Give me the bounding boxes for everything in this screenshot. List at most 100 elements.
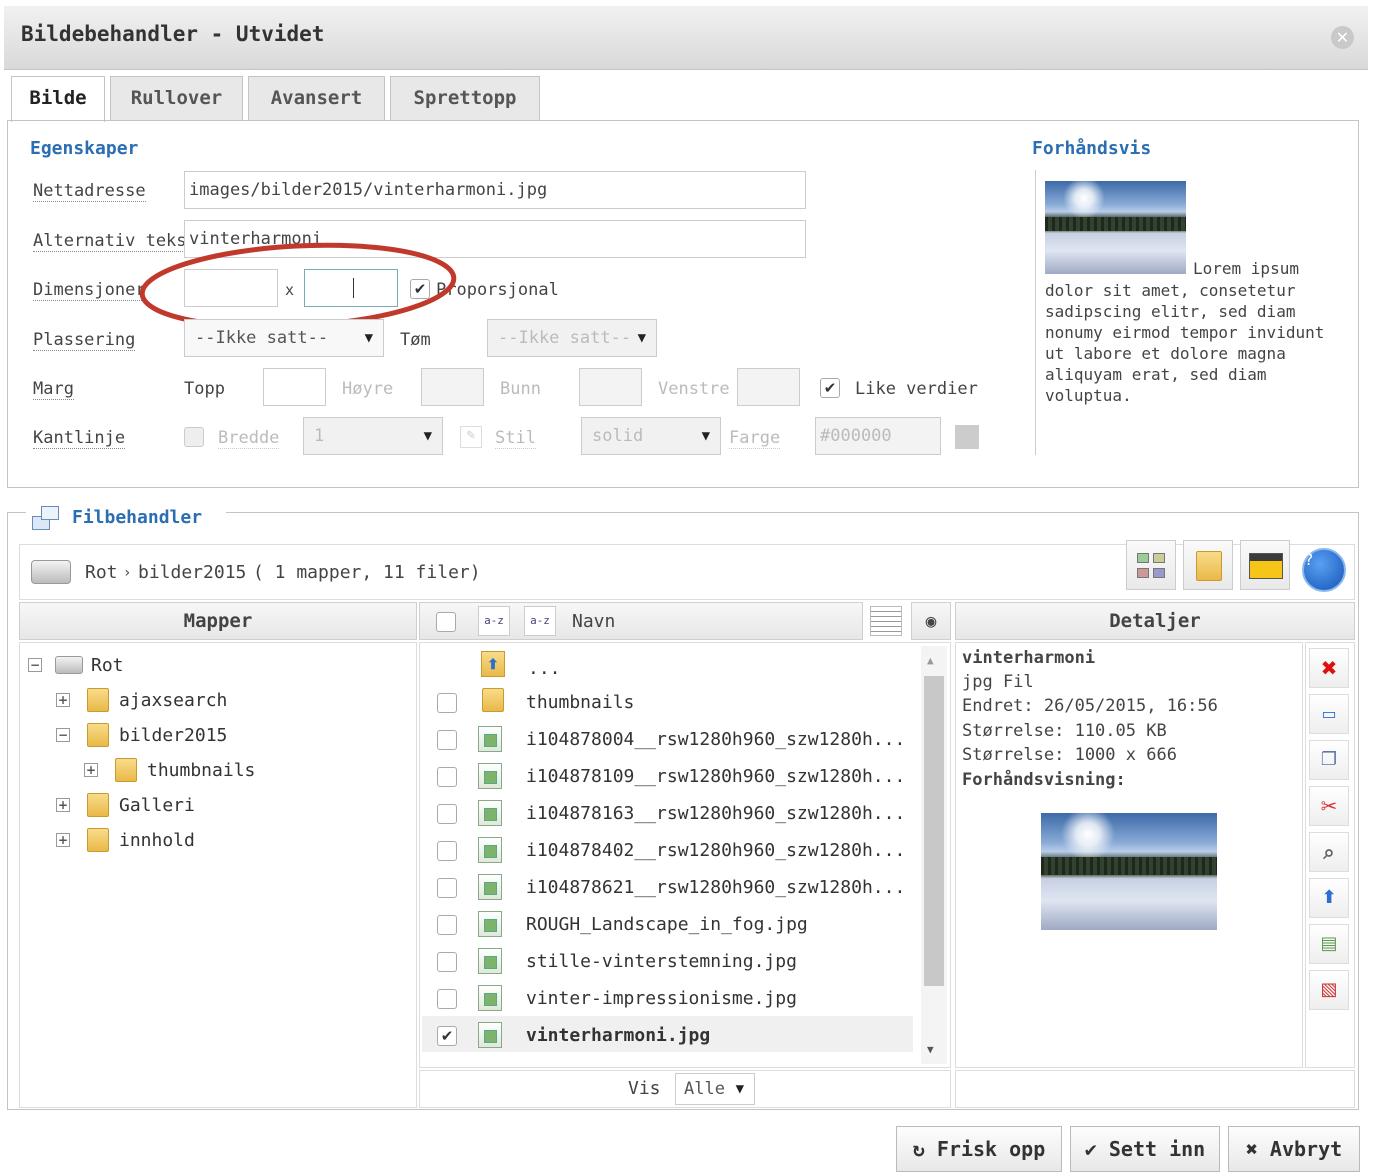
scrollbar-thumb[interactable] xyxy=(924,676,944,986)
border-style-value: solid xyxy=(592,426,644,446)
color-picker-icon[interactable] xyxy=(955,425,979,449)
help-icon[interactable]: ? xyxy=(1302,548,1346,592)
folder-icon xyxy=(87,828,109,852)
copy-icon[interactable]: ❐ xyxy=(1309,740,1349,780)
details-size: Størrelse: 110.05 KB xyxy=(962,721,1167,741)
cut-icon[interactable]: ✂ xyxy=(1309,786,1349,826)
view-mode-button[interactable] xyxy=(1126,540,1176,590)
file-row[interactable]: ROUGH_Landscape_in_fog.jpg xyxy=(526,914,808,935)
tab-rullover[interactable]: Rullover xyxy=(110,76,243,120)
file-row[interactable]: i104878004__rsw1280h960_szw1280h... xyxy=(526,729,905,750)
insert-label: Sett inn xyxy=(1108,1137,1206,1161)
tree-item-innhold[interactable]: innhold xyxy=(119,830,195,851)
refresh-icon: ↻ xyxy=(912,1137,925,1161)
file-checkbox[interactable] xyxy=(437,989,457,1009)
zoom-icon[interactable]: ⌕ xyxy=(1309,832,1349,872)
image-file-icon xyxy=(478,763,502,789)
expand-icon[interactable]: + xyxy=(56,693,70,707)
file-checkbox-selected[interactable]: ✔ xyxy=(437,1026,457,1046)
cancel-button[interactable]: ✖ Avbryt xyxy=(1228,1126,1360,1172)
close-icon[interactable]: ✕ xyxy=(1331,26,1354,49)
file-row-selected[interactable]: vinterharmoni.jpg xyxy=(526,1025,710,1046)
scroll-down-icon[interactable]: ▼ xyxy=(927,1043,934,1056)
margin-left-input[interactable] xyxy=(737,368,800,406)
file-row[interactable]: vinter-impressionisme.jpg xyxy=(526,988,797,1009)
check-icon: ✔ xyxy=(1084,1137,1097,1161)
folder-summary: ( 1 mapper, 11 filer) xyxy=(253,562,481,583)
file-row[interactable]: i104878109__rsw1280h960_szw1280h... xyxy=(526,766,905,787)
sort-asc-icon[interactable]: a-z xyxy=(478,606,510,636)
tree-item-ajaxsearch[interactable]: ajaxsearch xyxy=(119,690,227,711)
file-checkbox[interactable] xyxy=(437,841,457,861)
tab-bilde[interactable]: Bilde xyxy=(11,76,105,122)
file-checkbox[interactable] xyxy=(437,693,457,713)
border-checkbox[interactable] xyxy=(184,427,204,447)
equal-values-label: Like verdier xyxy=(855,379,978,399)
file-row[interactable]: i104878621__rsw1280h960_szw1280h... xyxy=(526,877,905,898)
equal-values-checkbox[interactable]: ✔ xyxy=(820,378,840,398)
search-button[interactable]: ◉ xyxy=(911,602,951,640)
sort-desc-icon[interactable]: a-z xyxy=(524,606,556,636)
view-label: Vis xyxy=(628,1078,661,1099)
tree-item-galleri[interactable]: Galleri xyxy=(119,795,195,816)
expand-icon[interactable]: + xyxy=(56,833,70,847)
preview-divider xyxy=(1035,170,1036,455)
select-all-checkbox[interactable] xyxy=(436,612,456,632)
tree-item-thumbnails[interactable]: thumbnails xyxy=(147,760,255,781)
file-row[interactable]: thumbnails xyxy=(526,692,634,713)
details-footer xyxy=(955,1070,1355,1108)
file-checkbox[interactable] xyxy=(437,915,457,935)
remove-image-icon[interactable]: ▧ xyxy=(1309,970,1349,1010)
url-input[interactable]: images/bilder2015/vinterharmoni.jpg xyxy=(184,171,806,209)
file-checkbox[interactable] xyxy=(437,878,457,898)
name-header[interactable]: Navn xyxy=(572,612,615,632)
binoculars-icon: ◉ xyxy=(925,611,937,632)
delete-icon[interactable]: ✖ xyxy=(1309,648,1349,688)
details-modified: Endret: 26/05/2015, 16:56 xyxy=(962,696,1218,716)
border-style-select[interactable]: solid ▼ xyxy=(581,417,721,455)
image-file-icon xyxy=(478,800,502,826)
breadcrumb-root[interactable]: Rot xyxy=(85,563,118,583)
dropdown-arrow-icon: ▼ xyxy=(637,330,646,346)
file-checkbox[interactable] xyxy=(437,730,457,750)
collapse-icon[interactable]: − xyxy=(28,658,42,672)
file-checkbox[interactable] xyxy=(437,952,457,972)
file-checkbox[interactable] xyxy=(437,767,457,787)
align-select[interactable]: --Ikke satt-- ▼ xyxy=(184,319,384,357)
file-row[interactable]: i104878402__rsw1280h960_szw1280h... xyxy=(526,840,905,861)
scroll-up-icon[interactable]: ▲ xyxy=(927,654,934,667)
margin-right-input[interactable] xyxy=(421,368,484,406)
file-checkbox[interactable] xyxy=(437,804,457,824)
refresh-button[interactable]: ↻ Frisk opp xyxy=(896,1126,1062,1172)
collapse-icon[interactable]: − xyxy=(56,728,70,742)
tree-item-bilder2015[interactable]: bilder2015 xyxy=(119,725,227,746)
border-width-select[interactable]: 1 ▼ xyxy=(303,417,443,455)
folders-header: Mapper xyxy=(19,602,417,640)
margin-left-label: Venstre xyxy=(658,379,730,399)
tab-sprettopp[interactable]: Sprettopp xyxy=(390,76,540,120)
edit-image-icon[interactable]: ▤ xyxy=(1309,924,1349,964)
title-bar[interactable]: Bildebehandler - Utvidet ✕ xyxy=(4,6,1368,70)
list-view-icon[interactable] xyxy=(870,606,902,636)
insert-button[interactable]: ✔ Sett inn xyxy=(1070,1126,1220,1172)
breadcrumb-folder[interactable]: bilder2015 xyxy=(138,563,246,583)
border-style-label: Stil xyxy=(495,428,536,449)
margin-top-input[interactable] xyxy=(263,368,326,406)
file-row[interactable]: i104878163__rsw1280h960_szw1280h... xyxy=(526,803,905,824)
clear-select[interactable]: --Ikke satt-- ▼ xyxy=(487,319,657,357)
new-folder-button[interactable] xyxy=(1183,540,1233,590)
tab-avansert[interactable]: Avansert xyxy=(248,76,385,120)
margin-bottom-input[interactable] xyxy=(579,368,642,406)
paste-icon[interactable]: ⬆ xyxy=(1309,878,1349,918)
upload-button[interactable] xyxy=(1240,540,1290,590)
rename-icon[interactable]: ▭ xyxy=(1309,694,1349,734)
parent-folder-link[interactable]: ... xyxy=(528,658,561,679)
tree-item-rot[interactable]: Rot xyxy=(91,655,124,676)
view-select[interactable]: Alle ▼ xyxy=(675,1073,755,1105)
image-file-icon xyxy=(478,911,502,937)
expand-icon[interactable]: + xyxy=(84,763,98,777)
border-color-label: Farge xyxy=(729,428,781,449)
border-color-input[interactable]: #000000 xyxy=(815,417,941,455)
expand-icon[interactable]: + xyxy=(56,798,70,812)
file-row[interactable]: stille-vinterstemning.jpg xyxy=(526,951,797,972)
